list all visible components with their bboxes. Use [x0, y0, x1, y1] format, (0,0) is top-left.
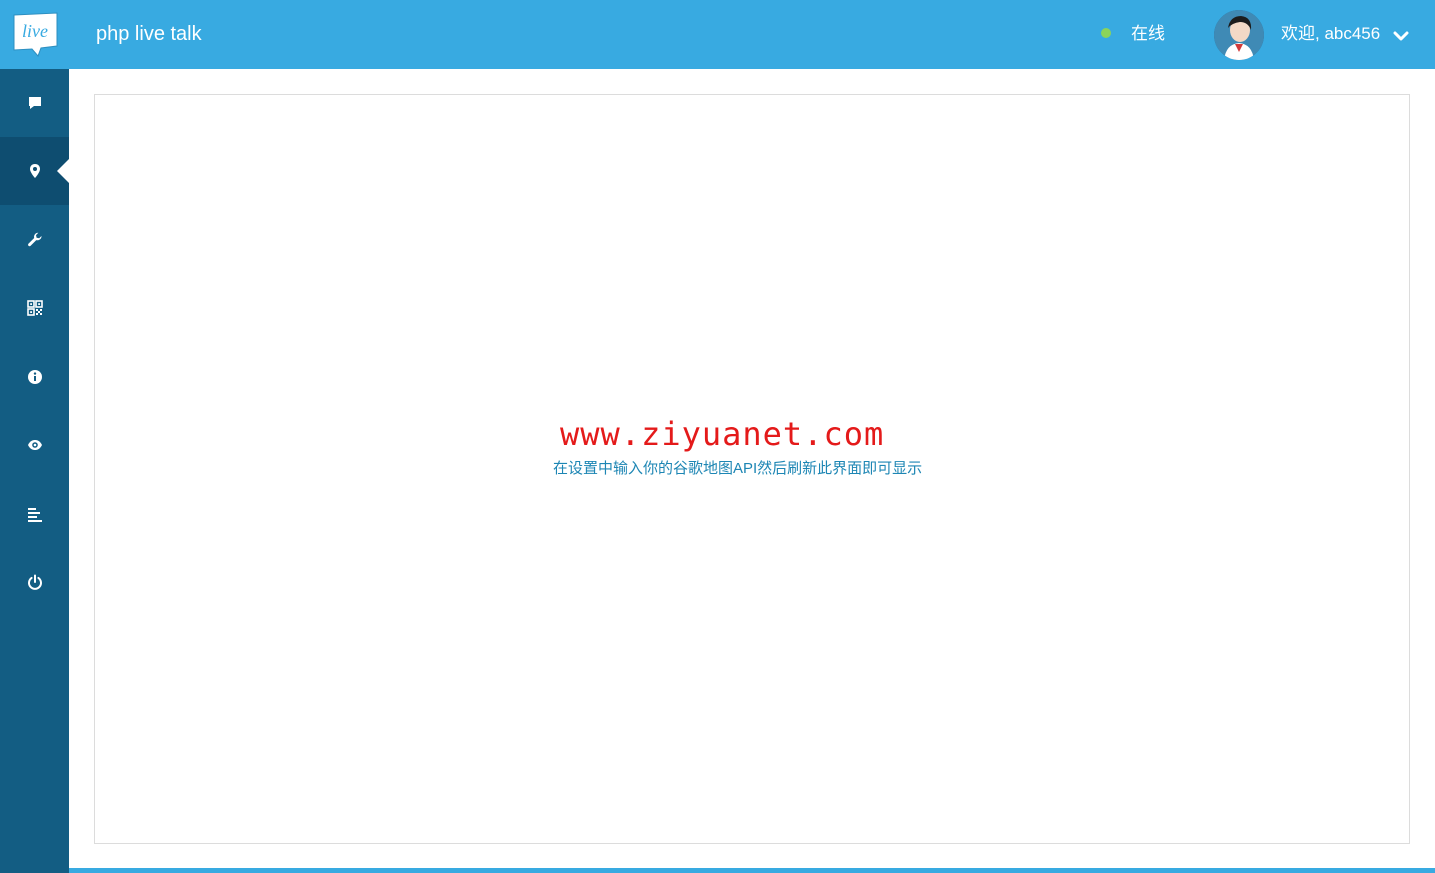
- chat-icon: [28, 97, 41, 109]
- list-icon: [27, 508, 42, 522]
- eye-icon: [27, 440, 42, 450]
- bottom-accent-line: [69, 868, 1435, 873]
- qr-code-icon: [26, 300, 43, 316]
- wrench-icon: [27, 232, 42, 247]
- chevron-down-icon[interactable]: [1393, 29, 1409, 41]
- sidebar: [0, 69, 69, 873]
- power-icon: [27, 574, 42, 590]
- sidebar-item-chat[interactable]: [0, 69, 69, 137]
- sidebar-item-visitors[interactable]: [0, 411, 69, 479]
- sidebar-item-logout[interactable]: [0, 548, 69, 616]
- sidebar-item-info[interactable]: [0, 343, 69, 411]
- app-title: php live talk: [96, 23, 202, 45]
- map-marker-icon: [29, 164, 40, 178]
- live-logo[interactable]: live: [11, 12, 59, 58]
- logo-text: live: [22, 21, 48, 41]
- watermark-text: www.ziyuanet.com: [560, 415, 885, 453]
- online-status-label[interactable]: 在线: [1131, 23, 1165, 45]
- info-icon: [27, 370, 42, 384]
- online-status-icon: [1101, 28, 1111, 38]
- sidebar-item-logs[interactable]: [0, 480, 69, 548]
- sidebar-item-qrcode[interactable]: [0, 274, 69, 342]
- sidebar-item-settings[interactable]: [0, 206, 69, 274]
- map-api-hint: 在设置中输入你的谷歌地图API然后刷新此界面即可显示: [553, 460, 923, 477]
- avatar[interactable]: [1214, 10, 1264, 60]
- top-bar: live php live talk 在线 欢迎, abc456: [0, 0, 1435, 69]
- sidebar-item-map[interactable]: [0, 137, 69, 205]
- user-welcome-menu[interactable]: 欢迎, abc456: [1281, 23, 1380, 45]
- map-panel: www.ziyuanet.com 在设置中输入你的谷歌地图API然后刷新此界面即…: [94, 94, 1410, 844]
